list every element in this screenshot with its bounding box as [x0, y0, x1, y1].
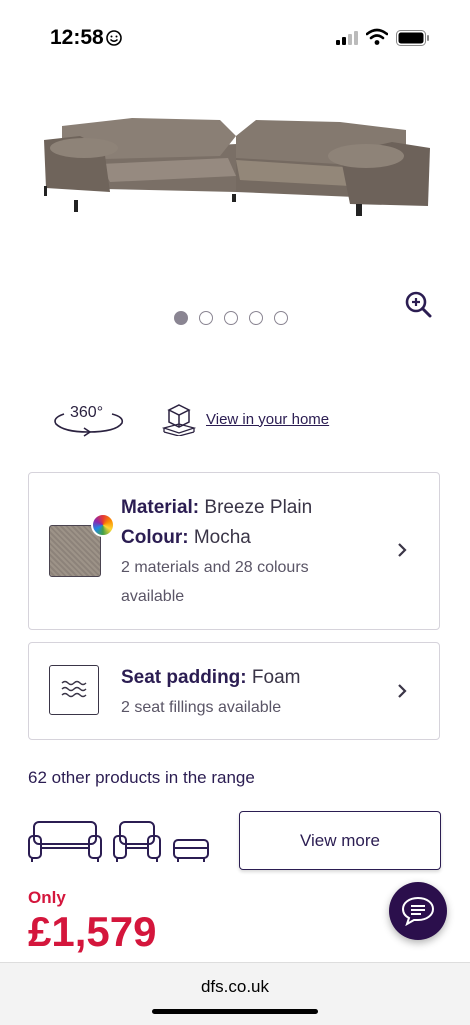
colour-value: Mocha	[193, 527, 251, 548]
range-products-icon	[28, 821, 209, 862]
padding-value: Foam	[251, 667, 301, 688]
chat-bubble-icon	[401, 896, 435, 926]
status-bar: 12:58	[0, 0, 470, 76]
home-indicator[interactable]	[152, 1009, 318, 1014]
zoom-in-icon[interactable]	[404, 290, 432, 318]
cellular-signal-icon	[336, 31, 358, 45]
carousel-dots	[174, 311, 288, 325]
carousel-dot[interactable]	[274, 311, 288, 325]
view-in-home-link[interactable]: View in your home	[162, 402, 329, 436]
url-text[interactable]: dfs.co.uk	[0, 977, 470, 997]
carousel-dot[interactable]	[199, 311, 213, 325]
range-count-text: 62 other products in the range	[28, 768, 255, 787]
wifi-icon	[366, 28, 388, 45]
price-amount: £1,579	[28, 908, 157, 955]
battery-icon	[396, 30, 429, 46]
carousel-dot[interactable]	[174, 311, 188, 325]
padding-icon	[49, 665, 99, 715]
ar-box-icon	[162, 404, 196, 436]
carousel-dot[interactable]	[224, 311, 238, 325]
colour-label: Colour:	[121, 527, 189, 548]
chevron-right-icon	[398, 543, 407, 557]
view-more-button[interactable]: View more	[239, 811, 441, 870]
carousel-dot[interactable]	[249, 311, 263, 325]
chevron-right-icon	[398, 684, 407, 698]
rotate-360-label: 360°	[70, 404, 104, 421]
material-availability: 2 materials and 28 colours available	[121, 559, 309, 605]
material-label: Material:	[121, 497, 200, 518]
padding-availability: 2 seat fillings available	[121, 699, 282, 716]
padding-label: Seat padding:	[121, 667, 247, 688]
material-colour-card[interactable]: Material: Breeze Plain Colour: Mocha 2 m…	[28, 472, 440, 630]
colour-wheel-icon	[91, 513, 115, 537]
view-in-home-label: View in your home	[206, 410, 330, 428]
rotate-360-button[interactable]: 360°	[50, 402, 126, 438]
seat-padding-card[interactable]: Seat padding: Foam 2 seat fillings avail…	[28, 642, 440, 740]
clock: 12:58	[50, 26, 104, 49]
chat-button[interactable]	[389, 882, 447, 940]
product-image[interactable]	[0, 76, 470, 284]
price-prefix: Only	[28, 888, 66, 907]
browser-url-bar[interactable]: dfs.co.uk	[0, 962, 470, 1025]
material-value: Breeze Plain	[204, 497, 313, 518]
waves-icon	[61, 680, 87, 698]
corner-sofa-image	[44, 118, 430, 216]
focus-smiley-icon	[106, 30, 122, 46]
